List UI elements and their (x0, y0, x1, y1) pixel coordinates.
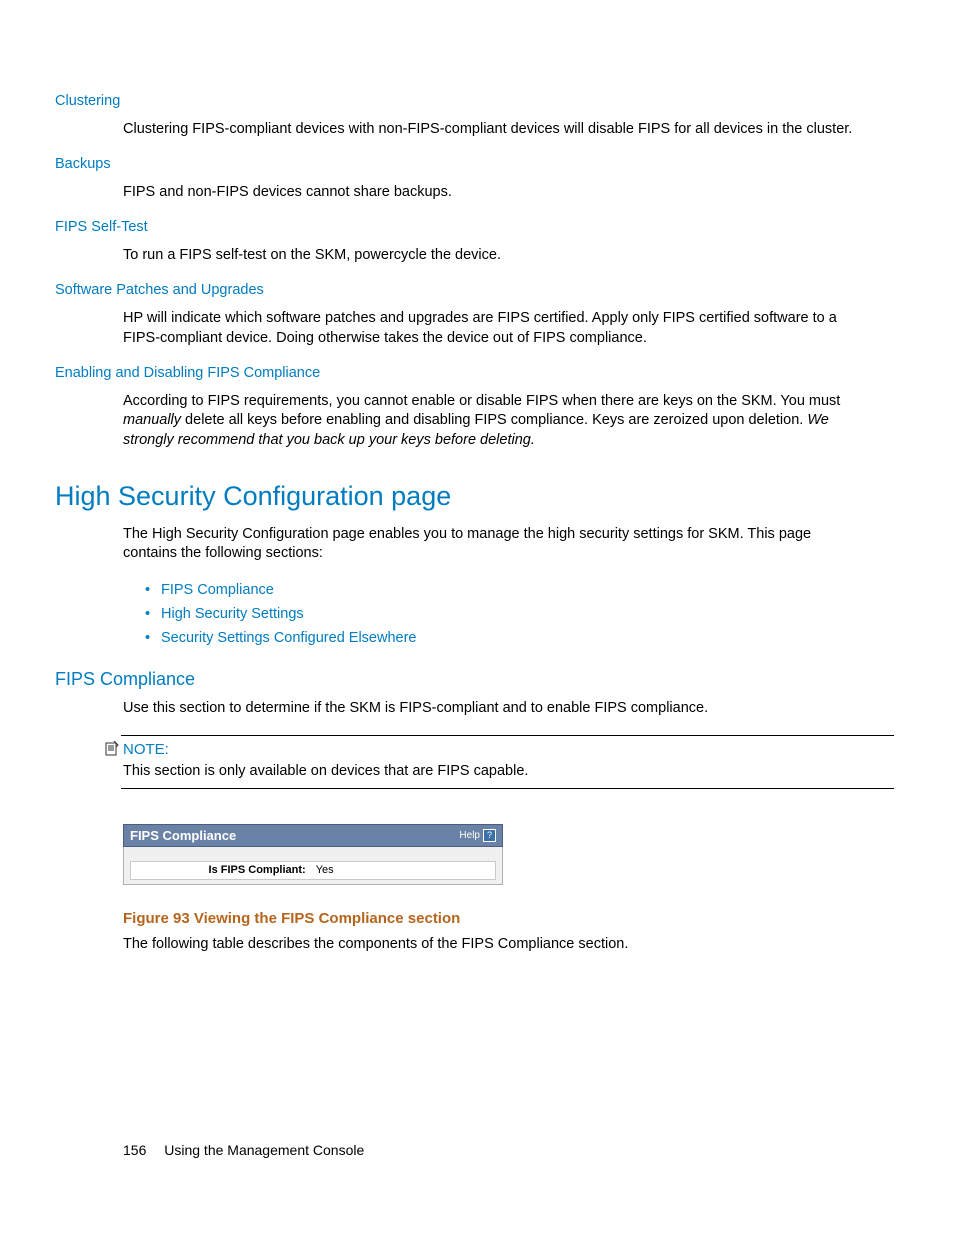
list-item[interactable]: High Security Settings (145, 604, 894, 625)
row-value: Yes (314, 863, 334, 878)
list-item[interactable]: FIPS Compliance (145, 580, 894, 601)
text-italic: manually (123, 412, 181, 428)
hsc-bullet-list: FIPS Compliance High Security Settings S… (145, 580, 894, 649)
divider (121, 788, 894, 789)
help-link[interactable]: Help ? (459, 829, 496, 843)
note-block: NOTE: (105, 740, 894, 760)
figure-fips-compliance-panel: FIPS Compliance Help ? Is FIPS Compliant… (123, 824, 503, 885)
heading-software-patches: Software Patches and Upgrades (55, 281, 894, 301)
text: According to FIPS requirements, you cann… (123, 393, 840, 409)
heading-clustering: Clustering (55, 92, 894, 112)
note-label: NOTE: (123, 740, 169, 760)
page-footer: 156 Using the Management Console (123, 1141, 364, 1160)
row-label: Is FIPS Compliant: (131, 863, 314, 878)
panel-body: Is FIPS Compliant: Yes (123, 847, 503, 885)
body-clustering: Clustering FIPS-compliant devices with n… (123, 120, 854, 140)
body-hsc-intro: The High Security Configuration page ena… (123, 525, 854, 564)
footer-title: Using the Management Console (164, 1142, 364, 1158)
body-fips-compliance: Use this section to determine if the SKM… (123, 699, 854, 719)
heading-fips-self-test: FIPS Self-Test (55, 218, 894, 238)
panel-row: Is FIPS Compliant: Yes (130, 861, 496, 880)
body-software-patches: HP will indicate which software patches … (123, 309, 854, 348)
page: Clustering Clustering FIPS-compliant dev… (0, 0, 954, 1235)
help-icon: ? (483, 829, 496, 842)
divider (121, 735, 894, 736)
body-backups: FIPS and non-FIPS devices cannot share b… (123, 183, 854, 203)
heading-enable-disable-fips: Enabling and Disabling FIPS Compliance (55, 364, 894, 384)
heading-fips-compliance: FIPS Compliance (55, 667, 894, 691)
list-item[interactable]: Security Settings Configured Elsewhere (145, 628, 894, 649)
body-enable-disable-fips: According to FIPS requirements, you cann… (123, 392, 854, 451)
body-fips-self-test: To run a FIPS self-test on the SKM, powe… (123, 246, 854, 266)
text: delete all keys before enabling and disa… (181, 412, 807, 428)
note-body: This section is only available on device… (123, 762, 854, 782)
heading-high-security-config: High Security Configuration page (55, 478, 894, 514)
panel-title: FIPS Compliance (130, 827, 236, 845)
heading-backups: Backups (55, 155, 894, 175)
figure-caption: Figure 93 Viewing the FIPS Compliance se… (123, 909, 894, 929)
panel-header: FIPS Compliance Help ? (123, 824, 503, 848)
figure-followup: The following table describes the compon… (123, 935, 854, 955)
help-label: Help (459, 829, 480, 843)
note-icon (105, 740, 119, 756)
page-number: 156 (123, 1142, 146, 1158)
